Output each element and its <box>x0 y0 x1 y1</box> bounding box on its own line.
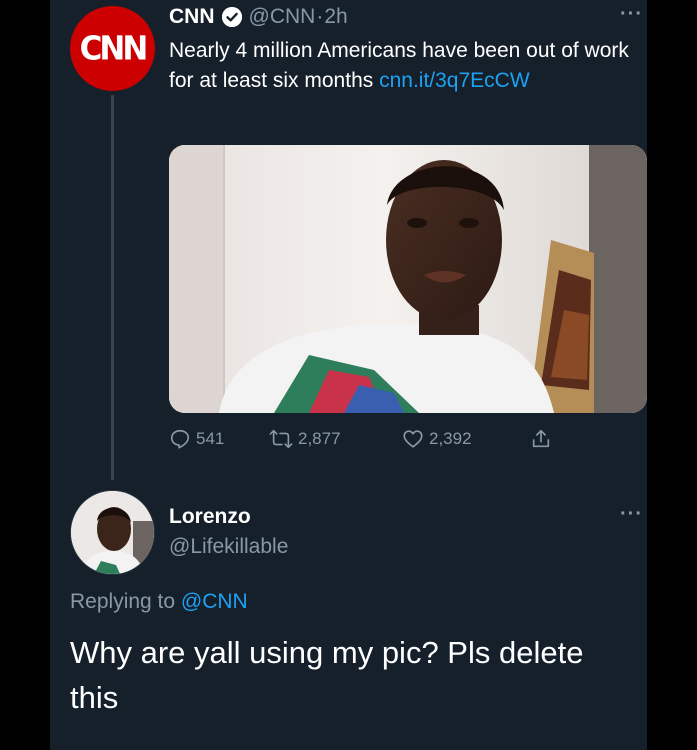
reply-button[interactable]: 541 <box>169 428 269 450</box>
verified-badge-icon <box>221 7 242 27</box>
retweet-icon <box>269 429 293 449</box>
reply-body-text: Why are yall using my pic? Pls delete th… <box>70 635 584 715</box>
replying-to-line: Replying to @CNN <box>70 590 248 614</box>
tweet-header: CNN @CNN · 2h <box>169 5 348 29</box>
reply-count: 541 <box>196 429 225 448</box>
cnn-avatar[interactable]: CNN <box>70 6 155 91</box>
tweet-body: Nearly 4 million Americans have been out… <box>169 36 639 96</box>
retweet-button[interactable]: 2,877 <box>269 428 402 450</box>
replying-to-label: Replying to <box>70 590 181 613</box>
retweet-count: 2,877 <box>298 429 341 448</box>
reply-more-icon[interactable]: ··· <box>620 503 643 526</box>
thread-connector-line <box>111 95 114 480</box>
like-count: 2,392 <box>429 429 472 448</box>
like-button[interactable]: 2,392 <box>402 428 530 450</box>
reply-avatar-photo <box>71 491 154 574</box>
tweet-author-handle[interactable]: @CNN <box>249 5 316 29</box>
replying-to-handle[interactable]: @CNN <box>181 590 248 613</box>
cnn-logo: CNN <box>79 29 149 68</box>
more-icon[interactable]: ··· <box>620 3 643 26</box>
tweet-author-name[interactable]: CNN <box>169 5 215 29</box>
reply-author-handle[interactable]: @Lifekillable <box>169 535 288 559</box>
tweet-action-bar: 541 2,877 2,392 <box>169 428 589 450</box>
like-icon <box>403 430 423 448</box>
share-button[interactable] <box>530 428 552 450</box>
photo-illustration <box>169 145 647 413</box>
reply-avatar[interactable] <box>70 490 155 575</box>
tweet-media-photo[interactable] <box>169 145 647 413</box>
tweet-timestamp[interactable]: 2h <box>324 5 347 29</box>
share-icon <box>532 429 550 448</box>
reply-icon <box>170 429 190 449</box>
header-separator: · <box>316 5 324 28</box>
reply-author-name[interactable]: Lorenzo <box>169 505 251 529</box>
tweet-link[interactable]: cnn.it/3q7EcCW <box>379 69 530 92</box>
